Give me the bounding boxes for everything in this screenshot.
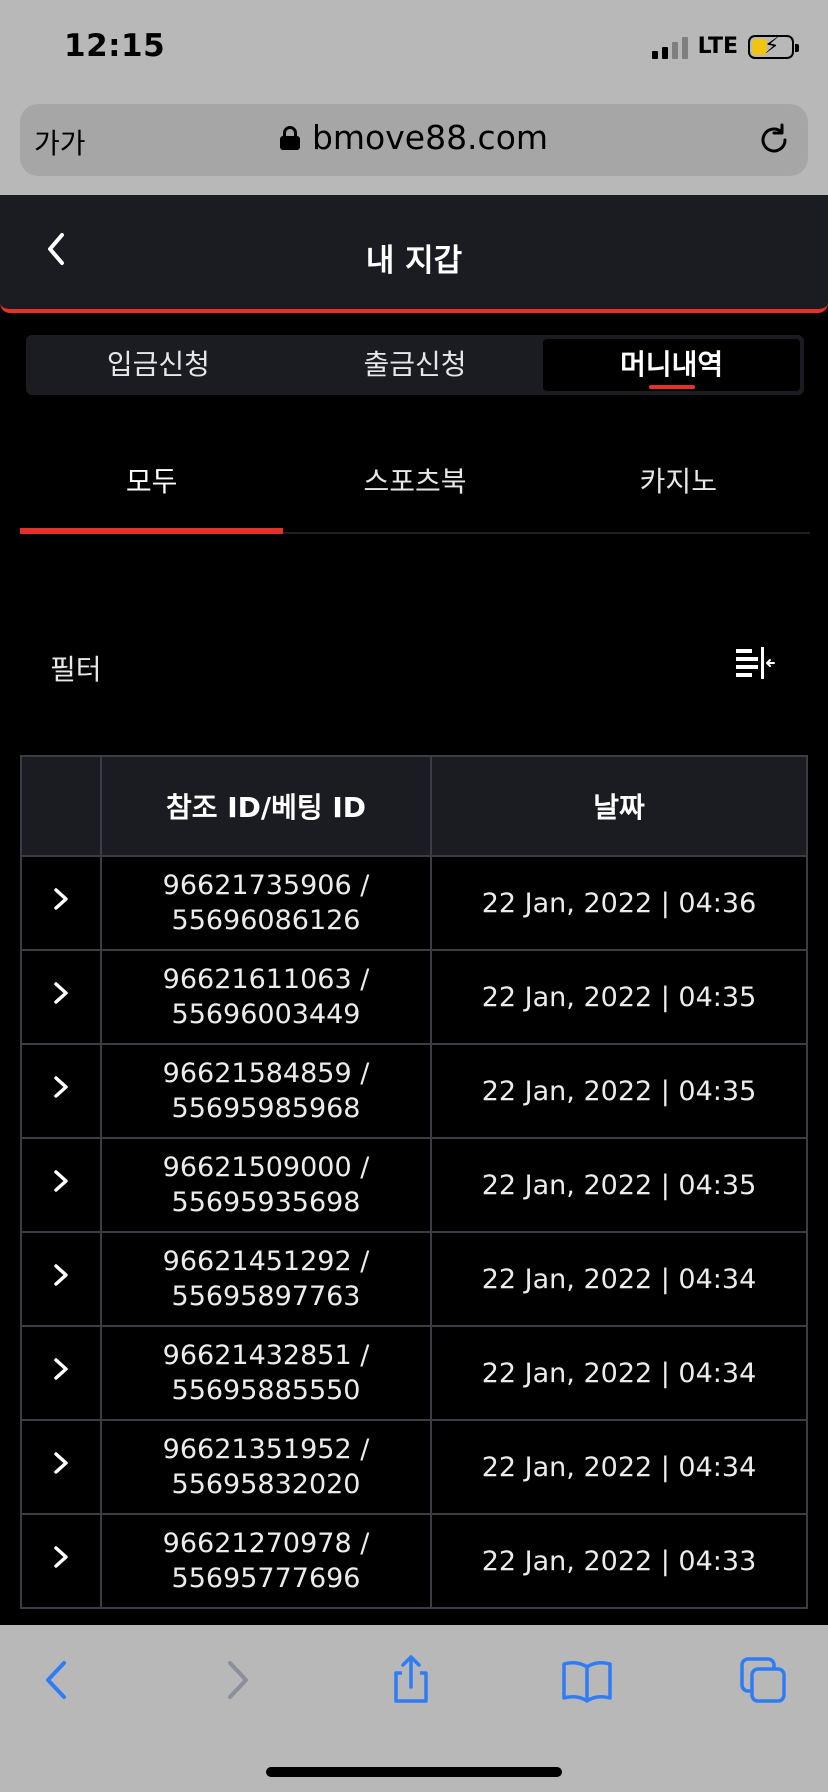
expand-cell[interactable] xyxy=(20,1513,102,1609)
id-cell: 96621432851 / 55695885550 xyxy=(100,1325,432,1421)
status-indicators: LTE ⚡ xyxy=(651,34,799,59)
bet-id: 55695885550 xyxy=(171,1375,361,1406)
tab-money-history[interactable]: 머니내역 xyxy=(543,339,801,391)
expand-cell[interactable] xyxy=(20,855,102,951)
sub-tabs: 모두 스포츠북 카지노 xyxy=(20,440,810,534)
reference-id: 96621584859 / xyxy=(162,1058,370,1089)
id-cell: 96621451292 / 55695897763 xyxy=(100,1231,432,1327)
table-row[interactable]: 96621351952 / 55695832020 22 Jan, 2022 | … xyxy=(20,1419,808,1515)
battery-icon: ⚡ xyxy=(748,34,799,59)
id-cell: 96621351952 / 55695832020 xyxy=(100,1419,432,1515)
main-tabs: 입금신청 출금신청 머니내역 xyxy=(26,335,804,395)
chevron-right-icon[interactable] xyxy=(51,980,71,1006)
bet-id: 55696086126 xyxy=(171,905,361,936)
bet-id: 55695832020 xyxy=(171,1469,361,1500)
expand-cell[interactable] xyxy=(20,949,102,1045)
reference-id: 96621611063 / xyxy=(162,964,370,995)
lock-icon xyxy=(279,125,300,150)
expand-cell[interactable] xyxy=(20,1137,102,1233)
browser-toolbar xyxy=(0,1625,828,1792)
table-row[interactable]: 96621451292 / 55695897763 22 Jan, 2022 | … xyxy=(20,1231,808,1327)
reference-id: 96621451292 / xyxy=(162,1246,370,1277)
status-time: 12:15 xyxy=(64,28,166,64)
expand-cell[interactable] xyxy=(20,1043,102,1139)
chevron-right-icon[interactable] xyxy=(51,886,71,912)
filter-icon[interactable] xyxy=(734,645,776,683)
bet-id: 55695935698 xyxy=(171,1187,361,1218)
chevron-right-icon[interactable] xyxy=(51,1450,71,1476)
share-icon[interactable] xyxy=(384,1653,438,1707)
filter-label: 필터 xyxy=(50,653,102,686)
expand-cell[interactable] xyxy=(20,1325,102,1421)
page-title: 내 지갑 xyxy=(365,243,463,279)
date-cell: 22 Jan, 2022 | 04:33 xyxy=(430,1513,808,1609)
date-cell: 22 Jan, 2022 | 04:34 xyxy=(430,1325,808,1421)
id-cell: 96621611063 / 55696003449 xyxy=(100,949,432,1045)
table-row[interactable]: 96621735906 / 55696086126 22 Jan, 2022 | … xyxy=(20,855,808,951)
chevron-right-icon[interactable] xyxy=(51,1544,71,1570)
active-tab-indicator xyxy=(648,385,695,389)
id-cell: 96621270978 / 55695777696 xyxy=(100,1513,432,1609)
forward-icon[interactable] xyxy=(208,1653,262,1707)
tabs-icon[interactable] xyxy=(736,1653,790,1707)
reload-icon[interactable] xyxy=(756,122,792,158)
date-cell: 22 Jan, 2022 | 04:35 xyxy=(430,1043,808,1139)
table-row[interactable]: 96621584859 / 55695985968 22 Jan, 2022 | … xyxy=(20,1043,808,1139)
cellular-signal-icon xyxy=(651,35,688,59)
table-row[interactable]: 96621270978 / 55695777696 22 Jan, 2022 | … xyxy=(20,1513,808,1609)
bet-id: 55695777696 xyxy=(171,1563,361,1594)
date-cell: 22 Jan, 2022 | 04:35 xyxy=(430,1137,808,1233)
tab-money-history-label: 머니내역 xyxy=(620,348,724,381)
date-cell: 22 Jan, 2022 | 04:34 xyxy=(430,1419,808,1515)
bookmarks-icon[interactable] xyxy=(560,1653,614,1707)
id-cell: 96621509000 / 55695935698 xyxy=(100,1137,432,1233)
tab-withdraw-request[interactable]: 출금신청 xyxy=(287,339,544,391)
reference-id: 96621509000 / xyxy=(162,1152,370,1183)
reference-id: 96621351952 / xyxy=(162,1434,370,1465)
address-bar[interactable]: 가가 bmove88.com xyxy=(20,104,808,176)
network-type: LTE xyxy=(697,34,738,59)
url-text[interactable]: bmove88.com xyxy=(312,118,548,157)
home-indicator xyxy=(266,1767,562,1777)
column-header-expand xyxy=(20,755,102,857)
back-icon[interactable] xyxy=(32,1653,86,1707)
reference-id: 96621270978 / xyxy=(162,1528,370,1559)
table-row[interactable]: 96621611063 / 55696003449 22 Jan, 2022 | … xyxy=(20,949,808,1045)
table-header-row: 참조 ID/베팅 ID 날짜 xyxy=(20,755,808,857)
date-cell: 22 Jan, 2022 | 04:35 xyxy=(430,949,808,1045)
subtab-sportsbook[interactable]: 스포츠북 xyxy=(283,440,546,532)
id-cell: 96621584859 / 55695985968 xyxy=(100,1043,432,1139)
expand-cell[interactable] xyxy=(20,1231,102,1327)
expand-cell[interactable] xyxy=(20,1419,102,1515)
chevron-right-icon[interactable] xyxy=(51,1074,71,1100)
bet-id: 55696003449 xyxy=(171,999,361,1030)
table-row[interactable]: 96621432851 / 55695885550 22 Jan, 2022 | … xyxy=(20,1325,808,1421)
column-header-reference-id: 참조 ID/베팅 ID xyxy=(100,755,432,857)
bet-id: 55695985968 xyxy=(171,1093,361,1124)
tab-deposit-request[interactable]: 입금신청 xyxy=(30,339,287,391)
date-cell: 22 Jan, 2022 | 04:34 xyxy=(430,1231,808,1327)
reference-id: 96621432851 / xyxy=(162,1340,370,1371)
browser-chrome-top: 12:15 LTE ⚡ 가가 bmove88.com xyxy=(0,0,828,195)
chevron-right-icon[interactable] xyxy=(51,1262,71,1288)
transactions-table: 참조 ID/베팅 ID 날짜 96621735906 / 55696086126 … xyxy=(20,755,808,1609)
subtab-casino[interactable]: 카지노 xyxy=(547,440,810,532)
subtab-all[interactable]: 모두 xyxy=(20,440,284,534)
chevron-right-icon[interactable] xyxy=(51,1356,71,1382)
id-cell: 96621735906 / 55696086126 xyxy=(100,855,432,951)
column-header-date: 날짜 xyxy=(430,755,808,857)
bet-id: 55695897763 xyxy=(171,1281,361,1312)
chevron-right-icon[interactable] xyxy=(51,1168,71,1194)
reference-id: 96621735906 / xyxy=(162,870,370,901)
table-row[interactable]: 96621509000 / 55695935698 22 Jan, 2022 | … xyxy=(20,1137,808,1233)
app-header: 내 지갑 xyxy=(0,195,828,313)
date-cell: 22 Jan, 2022 | 04:36 xyxy=(430,855,808,951)
